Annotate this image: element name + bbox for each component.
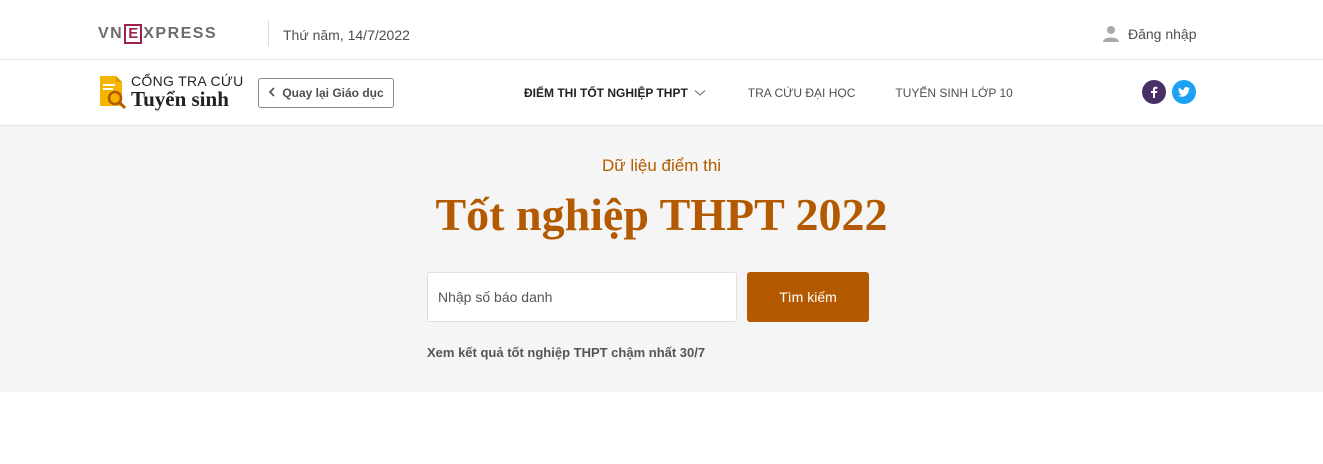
nav-item-tra-cuu-dai-hoc[interactable]: TRA CỨU ĐẠI HỌC (748, 86, 856, 100)
logo-e-box: E (124, 24, 143, 44)
facebook-icon[interactable] (1142, 80, 1166, 104)
nav-item-label: TUYỂN SINH LỚP 10 (895, 86, 1013, 100)
twitter-icon[interactable] (1172, 80, 1196, 104)
logo-suffix: XPRESS (143, 25, 218, 42)
back-button-label: Quay lại Giáo dục (282, 86, 384, 100)
registration-number-input[interactable] (427, 272, 737, 322)
hero-note: Xem kết quả tốt nghiệp THPT chậm nhất 30… (427, 345, 706, 360)
brand-line2: Tuyển sinh (131, 87, 229, 111)
main-nav: ĐIỂM THI TỐT NGHIỆP THPT TRA CỨU ĐẠI HỌC… (524, 86, 1013, 100)
brand-logo[interactable]: CỔNG TRA CỨU Tuyển sinh (98, 74, 244, 110)
hero-section: Dữ liệu điểm thi Tốt nghiệp THPT 2022 Tì… (0, 126, 1323, 392)
hero-title: Tốt nghiệp THPT 2022 (435, 189, 888, 240)
top-bar: VN E XPRESS Thứ năm, 14/7/2022 Đăng nhập (0, 0, 1323, 60)
nav-bar: CỔNG TRA CỨU Tuyển sinh Quay lại Giáo dụ… (0, 60, 1323, 126)
nav-item-label: ĐIỂM THI TỐT NGHIỆP THPT (524, 86, 688, 100)
chevron-down-icon (694, 86, 706, 100)
search-button[interactable]: Tìm kiếm (747, 272, 869, 322)
current-date: Thứ năm, 14/7/2022 (283, 27, 410, 43)
hero-subtitle: Dữ liệu điểm thi (601, 156, 722, 175)
login-label: Đăng nhập (1128, 26, 1197, 42)
logo-prefix: VN (98, 25, 124, 42)
vnexpress-logo[interactable]: VN E XPRESS (98, 24, 217, 44)
user-icon (1102, 25, 1120, 43)
divider (268, 20, 269, 46)
back-to-education-button[interactable]: Quay lại Giáo dục (258, 78, 394, 108)
social-links (1142, 80, 1196, 104)
brand-line1: CỔNG TRA CỨU (131, 73, 244, 89)
login-link[interactable]: Đăng nhập (1102, 25, 1197, 43)
nav-item-diem-thi[interactable]: ĐIỂM THI TỐT NGHIỆP THPT (524, 86, 706, 100)
nav-item-tuyen-sinh-lop-10[interactable]: TUYỂN SINH LỚP 10 (895, 86, 1012, 100)
chevron-left-icon (268, 86, 276, 100)
document-search-icon (98, 74, 128, 110)
nav-item-label: TRA CỨU ĐẠI HỌC (747, 86, 856, 100)
brand-text: CỔNG TRA CỨU Tuyển sinh (131, 74, 244, 110)
